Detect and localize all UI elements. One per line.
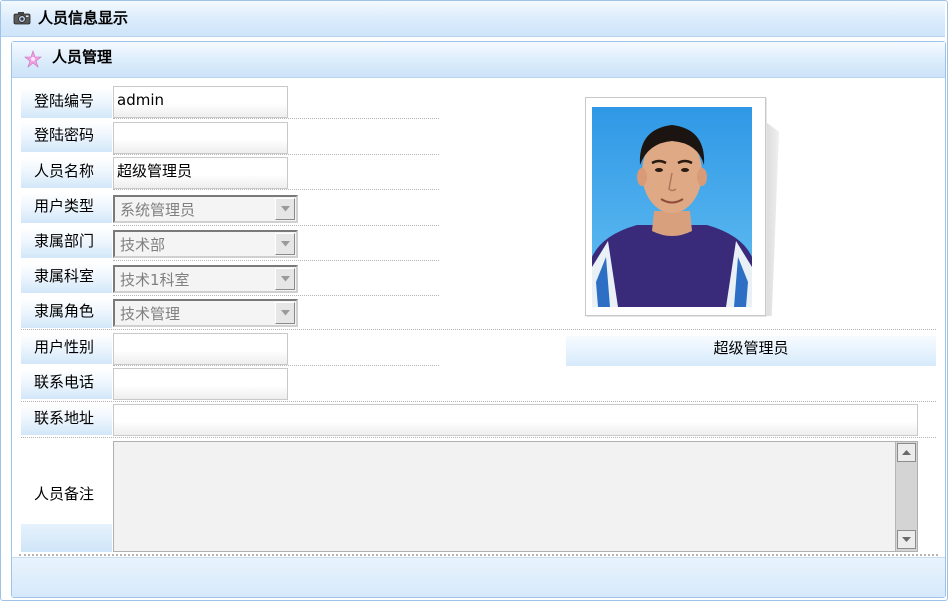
- remark-textarea[interactable]: [113, 441, 918, 552]
- role-select[interactable]: 技术管理: [113, 299, 298, 327]
- gender-label: 用户性别: [21, 334, 112, 364]
- name-label: 人员名称: [21, 158, 112, 188]
- user-type-label: 用户类型: [21, 193, 112, 223]
- phone-label: 联系电话: [21, 369, 112, 399]
- login-id-label: 登陆编号: [21, 88, 112, 118]
- row-divider: [21, 401, 936, 402]
- gender-input[interactable]: [113, 333, 288, 365]
- triangle-down-icon: [281, 206, 290, 212]
- password-input[interactable]: [113, 122, 288, 154]
- dropdown-button[interactable]: [275, 233, 295, 255]
- department-select[interactable]: 技术部: [113, 230, 298, 258]
- dropdown-button[interactable]: [275, 198, 295, 220]
- panel-title-bar: [12, 42, 945, 78]
- phone-input[interactable]: [113, 368, 288, 400]
- name-input[interactable]: 超级管理员: [113, 157, 288, 189]
- department-value: 技术部: [120, 236, 166, 254]
- triangle-down-icon: [281, 241, 290, 247]
- panel-footer: [12, 557, 945, 597]
- camera-icon: [13, 12, 31, 25]
- scrollbar[interactable]: [895, 442, 917, 551]
- dropdown-button[interactable]: [275, 302, 295, 324]
- row-divider: [21, 329, 936, 330]
- triangle-up-icon: [902, 450, 911, 455]
- triangle-down-icon: [281, 310, 290, 316]
- display-name: 超级管理员: [566, 336, 936, 366]
- row-divider: [113, 118, 439, 119]
- login-id-input[interactable]: admin: [113, 86, 288, 118]
- row-divider: [113, 365, 439, 366]
- row-divider: [113, 260, 439, 261]
- row-divider: [19, 554, 938, 556]
- user-type-value: 系统管理员: [120, 201, 196, 219]
- scroll-up-button[interactable]: [897, 443, 916, 462]
- role-label: 隶属角色: [21, 298, 112, 328]
- panel-title: 人员管理: [52, 48, 113, 66]
- row-divider: [21, 437, 936, 438]
- row-divider: [113, 189, 439, 190]
- address-label: 联系地址: [21, 405, 112, 435]
- triangle-down-icon: [281, 276, 290, 282]
- label-gradient: [21, 524, 112, 552]
- section-label: 隶属科室: [21, 263, 112, 293]
- address-input[interactable]: [113, 404, 918, 436]
- user-type-select[interactable]: 系统管理员: [113, 195, 298, 223]
- row-divider: [113, 154, 439, 155]
- row-divider: [113, 295, 439, 296]
- role-value: 技术管理: [120, 305, 181, 323]
- dropdown-button[interactable]: [275, 268, 295, 290]
- section-select[interactable]: 技术1科室: [113, 265, 298, 293]
- star-icon: [24, 50, 42, 68]
- department-label: 隶属部门: [21, 228, 112, 258]
- scroll-down-button[interactable]: [897, 530, 916, 549]
- user-photo: [592, 107, 752, 307]
- section-value: 技术1科室: [120, 271, 190, 289]
- window-title-bar: [1, 1, 945, 37]
- password-label: 登陆密码: [21, 122, 112, 152]
- row-divider: [113, 225, 439, 226]
- window-title: 人员信息显示: [38, 9, 129, 27]
- triangle-down-icon: [902, 537, 911, 542]
